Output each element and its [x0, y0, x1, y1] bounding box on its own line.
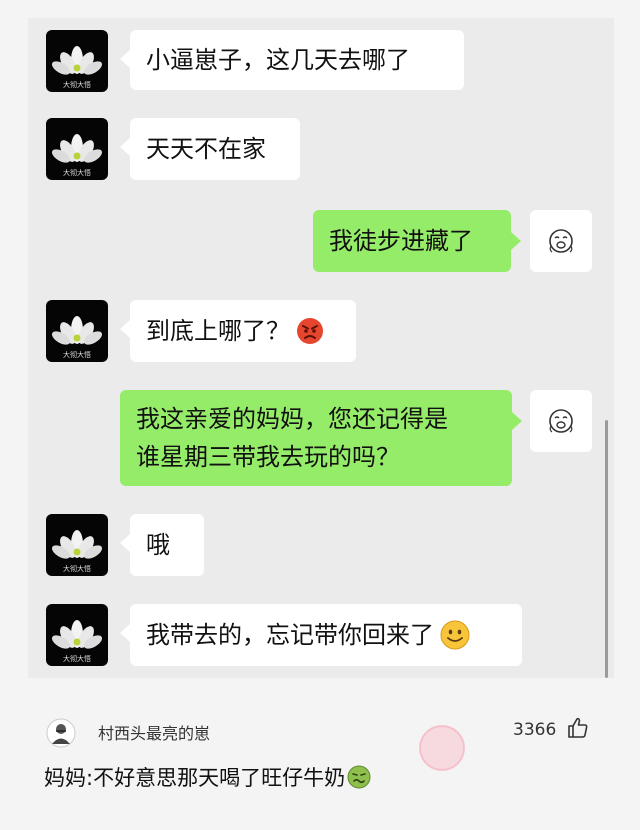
svg-text:大彻大悟: 大彻大悟	[63, 350, 91, 359]
lotus-icon: 大彻大悟	[51, 530, 103, 573]
like-count: 3366	[513, 720, 557, 740]
lotus-avatar[interactable]: 大彻大悟	[46, 300, 108, 362]
user-avatar[interactable]	[530, 210, 592, 272]
message-text: 我带去的，忘记带你回来了	[146, 621, 434, 649]
svg-text:大彻大悟: 大彻大悟	[63, 564, 91, 573]
sick-emoji-icon	[347, 765, 371, 789]
angry-emoji-icon	[297, 318, 323, 344]
chat-screenshot: 大彻大悟 小逼崽子，这几天去哪了 大彻大悟 天天不在家 我徒步进藏了 大彻大悟 …	[28, 18, 614, 678]
sketch-face-icon	[549, 229, 573, 253]
user-avatar[interactable]	[530, 390, 592, 452]
comment-text: 妈妈:不好意思那天喝了旺仔牛奶	[44, 762, 371, 792]
svg-text:大彻大悟: 大彻大悟	[63, 168, 91, 177]
lotus-avatar[interactable]: 大彻大悟	[46, 604, 108, 666]
message-text: 天天不在家	[146, 135, 266, 163]
commenter-avatar[interactable]	[46, 718, 76, 748]
svg-text:大彻大悟: 大彻大悟	[63, 80, 91, 89]
message-text: 小逼崽子，这几天去哪了	[146, 46, 410, 74]
lotus-icon: 大彻大悟	[51, 316, 103, 359]
message-text: 我徒步进藏了	[329, 227, 473, 255]
message-text-line: 我这亲爱的妈妈，您还记得是	[136, 405, 448, 433]
lotus-icon: 大彻大悟	[51, 46, 103, 89]
lotus-icon: 大彻大悟	[51, 134, 103, 177]
message-bubble[interactable]: 我徒步进藏了	[313, 210, 511, 272]
scrollbar[interactable]	[605, 420, 608, 678]
commenter-username[interactable]: 村西头最亮的崽	[98, 720, 210, 744]
message-bubble[interactable]: 哦	[130, 514, 204, 576]
message-bubble[interactable]: 我带去的，忘记带你回来了	[130, 604, 522, 666]
message-text: 哦	[146, 531, 170, 559]
message-bubble[interactable]: 我这亲爱的妈妈，您还记得是 谁星期三带我去玩的吗？	[120, 390, 512, 486]
lotus-avatar[interactable]: 大彻大悟	[46, 30, 108, 92]
message-text-line: 谁星期三带我去玩的吗？	[136, 443, 400, 471]
lotus-avatar[interactable]: 大彻大悟	[46, 118, 108, 180]
message-bubble[interactable]: 到底上哪了？	[130, 300, 356, 362]
lotus-avatar[interactable]: 大彻大悟	[46, 514, 108, 576]
top-strip	[0, 0, 640, 18]
watermark-stamp	[419, 725, 465, 771]
message-bubble[interactable]: 天天不在家	[130, 118, 300, 180]
lotus-icon: 大彻大悟	[51, 620, 103, 663]
comment-text-content: 妈妈:不好意思那天喝了旺仔牛奶	[44, 766, 346, 790]
message-bubble[interactable]: 小逼崽子，这几天去哪了	[130, 30, 464, 90]
thumbs-up-icon[interactable]	[566, 716, 590, 740]
svg-text:大彻大悟: 大彻大悟	[63, 654, 91, 663]
message-text: 到底上哪了？	[146, 317, 290, 345]
smile-emoji-icon	[440, 620, 470, 650]
sketch-face-icon	[549, 409, 573, 433]
